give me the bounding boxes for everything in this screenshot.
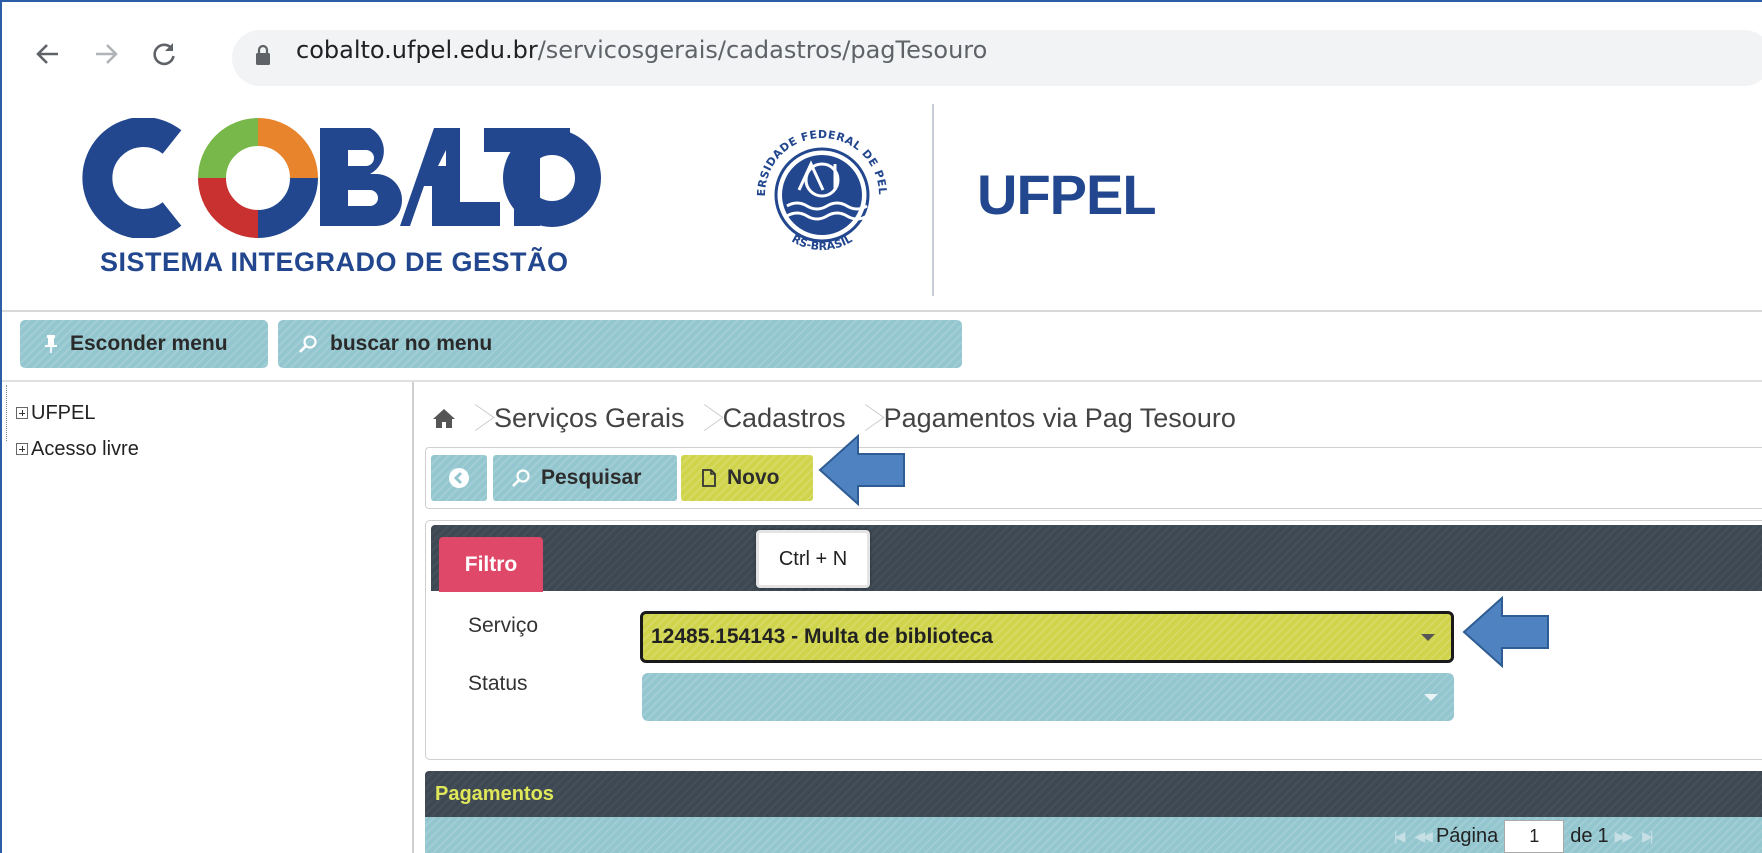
shortcut-tooltip: Ctrl + N [756,530,870,588]
page-label: Página [1435,825,1499,847]
hide-menu-button[interactable]: Esconder menu [20,320,268,368]
search-icon [298,334,318,354]
tree-guide-line [6,385,7,441]
home-icon[interactable] [432,407,456,429]
ufpel-seal-icon: UNIVERSIDADE FEDERAL DE PELOTAS RS-BRASI… [747,120,894,267]
url-host: cobalto.ufpel.edu.br [296,36,538,64]
of-label: de [1570,825,1593,847]
back-circle-icon [448,467,470,489]
url-text: cobalto.ufpel.edu.br/servicosgerais/cada… [296,36,987,64]
search-button[interactable]: Pesquisar [493,455,677,501]
next-page-icon[interactable]: ▶▶ [1615,828,1633,845]
previous-page-icon[interactable]: ◀◀ [1414,828,1432,845]
browser-toolbar: cobalto.ufpel.edu.br/servicosgerais/cada… [2,8,1762,88]
payments-title: Pagamentos [435,782,554,805]
menu-search-button[interactable]: buscar no menu [278,320,962,368]
sidebar-item-label: Acesso livre [31,437,139,460]
new-button[interactable]: Novo [681,455,813,501]
cobalto-logo-mark [82,117,601,239]
cobalto-logo[interactable]: SISTEMA INTEGRADO DE GESTÃO [82,117,602,278]
status-label: Status [468,672,528,695]
servico-select[interactable]: 12485.154143 - Multa de biblioteca [640,611,1454,663]
sidebar-divider [412,382,414,853]
breadcrumb: Serviços Gerais Cadastros Pagamentos via… [432,398,1236,438]
page-number-input[interactable]: 1 [1504,820,1565,853]
new-button-label: Novo [727,466,780,489]
back-button[interactable] [431,455,487,501]
header-divider [932,104,934,296]
sidebar-tree: UFPEL Acesso livre [16,395,139,467]
pointer-arrow-icon [1462,596,1549,668]
servico-select-value: 12485.154143 - Multa de biblioteca [651,625,993,648]
total-pages: 1 [1597,825,1609,847]
institution-title: UFPEL [977,163,1157,226]
url-path: /servicosgerais/cadastros/pagTesouro [537,36,988,64]
forward-arrow-icon[interactable] [90,38,122,70]
first-page-icon[interactable]: |◀ [1394,828,1406,845]
filter-panel-header [431,525,1762,591]
breadcrumb-separator [858,398,872,438]
pager: |◀ ◀◀ Página 1 de 1 ▶▶ ▶| [1388,820,1657,853]
hide-menu-label: Esconder menu [70,332,228,355]
expand-icon[interactable] [16,443,28,455]
new-document-icon [701,468,717,488]
sidebar-item-label: UFPEL [31,401,96,424]
sidebar-item-ufpel[interactable]: UFPEL [16,395,139,431]
expand-icon[interactable] [16,407,28,419]
status-select[interactable] [642,673,1454,721]
menu-divider [2,380,1762,382]
servico-label: Serviço [468,614,539,637]
lock-icon [254,44,272,71]
breadcrumb-item[interactable]: Cadastros [723,403,846,434]
breadcrumb-separator [468,398,482,438]
reload-icon[interactable] [148,38,180,70]
breadcrumb-current: Pagamentos via Pag Tesouro [883,402,1236,433]
site-header: SISTEMA INTEGRADO DE GESTÃO UNIVERSIDADE… [2,90,1762,312]
chevron-down-icon [1424,694,1438,701]
menu-search-label: buscar no menu [330,332,493,355]
tab-filtro[interactable]: Filtro [439,537,543,592]
chevron-down-icon [1421,634,1435,641]
sidebar-item-acesso-livre[interactable]: Acesso livre [16,431,139,467]
last-page-icon[interactable]: ▶| [1642,828,1654,845]
logo-subtitle: SISTEMA INTEGRADO DE GESTÃO [100,247,569,277]
breadcrumb-separator [697,398,711,438]
search-button-label: Pesquisar [541,466,642,489]
payments-panel-header: Pagamentos [425,771,1762,817]
back-arrow-icon[interactable] [32,38,64,70]
pointer-arrow-icon [818,434,905,506]
breadcrumb-item[interactable]: Serviços Gerais [494,403,685,434]
pin-icon [44,334,58,354]
search-icon [511,468,531,488]
